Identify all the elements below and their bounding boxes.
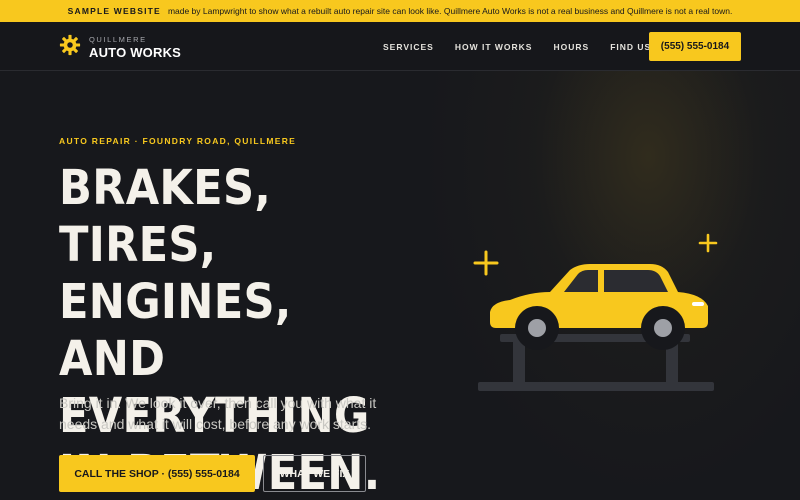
call-shop-button[interactable]: CALL THE SHOP · (555) 555-0184 [59,455,255,492]
car-on-lift-icon [473,233,718,391]
header-call-button[interactable]: (555) 555-0184 [649,32,741,61]
main-nav: SERVICES HOW IT WORKS HOURS FIND US [383,22,672,71]
banner-text: made by Lampwright to show what a rebuil… [167,6,733,16]
sparkle-plus-icon [698,233,718,253]
hero-subtext: Bring it in. We look it over, then call … [59,395,377,432]
car-on-lift-illustration [470,230,730,400]
sample-site-banner: SAMPLE WEBSITE made by Lampwright to sho… [0,0,800,22]
brand-wordmark: QUILLMERE AUTO WORKS [89,36,181,59]
gear-icon [59,34,81,61]
hero-headline: BRAKES, TIRES, ENGINES, AND EVERYTHING I… [59,160,380,500]
sparkle-plus-icon [473,250,499,276]
what-we-fix-button[interactable]: WHAT WE FIX [263,455,366,492]
nav-hours[interactable]: HOURS [553,42,589,52]
nav-services[interactable]: SERVICES [383,42,434,52]
nav-how-it-works[interactable]: HOW IT WORKS [455,42,533,52]
banner-tag: SAMPLE WEBSITE [67,6,161,16]
nav-find-us[interactable]: FIND US [610,42,651,52]
brand-logo[interactable]: QUILLMERE AUTO WORKS [59,34,181,61]
brand-name: AUTO WORKS [89,44,182,60]
brand-town: QUILLMERE [89,35,147,45]
hero-eyebrow: AUTO REPAIR · FOUNDRY ROAD, QUILLMERE [59,136,297,146]
site-header: QUILLMERE AUTO WORKS SERVICES HOW IT WOR… [0,22,800,71]
